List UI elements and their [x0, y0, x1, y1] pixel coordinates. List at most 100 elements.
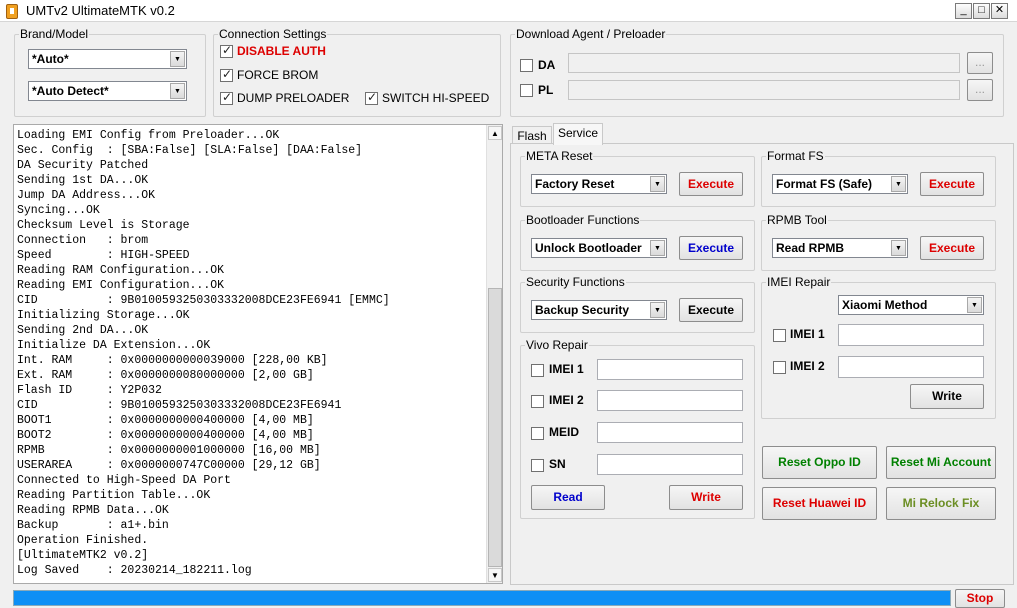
vivo-imei2-checkbox[interactable] [531, 395, 544, 408]
vivo-imei1-checkbox[interactable] [531, 364, 544, 377]
da-browse-button[interactable]: ... [967, 52, 993, 74]
model-select[interactable]: *Auto Detect* ▼ [28, 81, 187, 101]
log-line: Loading EMI Config from Preloader...OK [17, 129, 280, 142]
vivo-meid-field[interactable] [597, 422, 743, 443]
minimize-button[interactable]: _ [955, 3, 972, 19]
vivo-sn-field[interactable] [597, 454, 743, 475]
log-line: Jump DA Address...OK [17, 189, 156, 202]
log-line: Reading RAM Configuration...OK [17, 264, 225, 277]
reset-oppo-id-button[interactable]: Reset Oppo ID [762, 446, 877, 479]
pl-label: PL [538, 83, 554, 97]
meta-reset-legend: META Reset [526, 149, 593, 163]
model-value: *Auto Detect* [32, 84, 109, 98]
security-legend: Security Functions [526, 275, 625, 289]
log-line: RPMB : 0x0000000001000000 [16,00 MB] [17, 444, 321, 457]
da-path-field[interactable] [568, 53, 960, 73]
chevron-down-icon: ▼ [170, 51, 185, 67]
progress-fill [14, 591, 950, 605]
imei-method-select[interactable]: Xiaomi Method ▼ [838, 295, 984, 315]
log-line: Flash ID : Y2P032 [17, 384, 162, 397]
scroll-thumb[interactable] [488, 288, 502, 567]
vivo-sn-checkbox[interactable] [531, 459, 544, 472]
meta-reset-execute-button[interactable]: Execute [679, 172, 743, 196]
log-line: Sec. Config : [SBA:False] [SLA:False] [D… [17, 144, 363, 157]
brand-model-group: Brand/Model [14, 27, 206, 117]
rpmb-execute-button[interactable]: Execute [920, 236, 984, 260]
log-text: Loading EMI Config from Preloader...OK Se… [17, 128, 487, 578]
bootloader-value: Unlock Bootloader [535, 241, 642, 255]
format-fs-select[interactable]: Format FS (Safe) ▼ [772, 174, 908, 194]
security-select[interactable]: Backup Security ▼ [531, 300, 667, 320]
imei-repair-imei2-field[interactable] [838, 356, 984, 378]
close-button[interactable]: ✕ [991, 3, 1008, 19]
vivo-imei1-label: IMEI 1 [549, 362, 584, 376]
log-output[interactable]: Loading EMI Config from Preloader...OK Se… [13, 124, 503, 584]
format-fs-execute-button[interactable]: Execute [920, 172, 984, 196]
pl-path-field[interactable] [568, 80, 960, 100]
da-checkbox[interactable] [520, 59, 533, 72]
vivo-sn-label: SN [549, 457, 566, 471]
log-line: Reading EMI Configuration...OK [17, 279, 225, 292]
tab-service[interactable]: Service [553, 123, 603, 145]
vivo-meid-label: MEID [549, 425, 579, 439]
chevron-down-icon: ▼ [891, 240, 906, 256]
vivo-read-button[interactable]: Read [531, 485, 605, 510]
rpmb-legend: RPMB Tool [767, 213, 827, 227]
format-fs-value: Format FS (Safe) [776, 177, 873, 191]
imei-repair-imei1-checkbox[interactable] [773, 329, 786, 342]
reset-huawei-id-button[interactable]: Reset Huawei ID [762, 487, 877, 520]
log-line: BOOT2 : 0x0000000000400000 [4,00 MB] [17, 429, 314, 442]
log-line: Speed : HIGH-SPEED [17, 249, 190, 262]
log-line: Backup : a1+.bin [17, 519, 169, 532]
vivo-imei1-field[interactable] [597, 359, 743, 380]
vivo-write-button[interactable]: Write [669, 485, 743, 510]
brand-model-legend: Brand/Model [20, 27, 89, 41]
chevron-down-icon: ▼ [891, 176, 906, 192]
meta-reset-select[interactable]: Factory Reset ▼ [531, 174, 667, 194]
progress-bar [13, 590, 951, 606]
vivo-imei2-field[interactable] [597, 390, 743, 411]
log-line: Log Saved : 20230214_182211.log [17, 564, 252, 577]
dump-preloader-label: DUMP PRELOADER [237, 91, 350, 105]
force-brom-checkbox[interactable] [220, 67, 233, 82]
disable-auth-checkbox[interactable] [220, 43, 233, 58]
security-execute-button[interactable]: Execute [679, 298, 743, 322]
stop-button[interactable]: Stop [955, 589, 1005, 608]
log-line: [UltimateMTK2 v0.2] [17, 549, 149, 562]
dump-preloader-checkbox[interactable] [220, 90, 233, 105]
pl-checkbox[interactable] [520, 84, 533, 97]
imei-repair-imei2-checkbox[interactable] [773, 361, 786, 374]
imei-write-button[interactable]: Write [910, 384, 984, 409]
mi-relock-fix-button[interactable]: Mi Relock Fix [886, 487, 996, 520]
imei-repair-imei1-field[interactable] [838, 324, 984, 346]
log-scrollbar[interactable]: ▲ ▼ [486, 125, 502, 583]
imei-repair-legend: IMEI Repair [767, 275, 831, 289]
log-line: Ext. RAM : 0x0000000080000000 [2,00 GB] [17, 369, 314, 382]
reset-mi-account-button[interactable]: Reset Mi Account [886, 446, 996, 479]
switch-hispeed-label: SWITCH HI-SPEED [382, 91, 490, 105]
bootloader-execute-button[interactable]: Execute [679, 236, 743, 260]
meta-reset-value: Factory Reset [535, 177, 615, 191]
maximize-button[interactable]: □ [973, 3, 990, 19]
tab-flash[interactable]: Flash [512, 126, 552, 144]
disable-auth-label: DISABLE AUTH [237, 44, 326, 58]
security-value: Backup Security [535, 303, 630, 317]
scroll-up-icon[interactable]: ▲ [488, 126, 502, 140]
imei-repair-imei1-label: IMEI 1 [790, 327, 825, 341]
da-label: DA [538, 58, 556, 72]
log-line: Connected to High-Speed DA Port [17, 474, 231, 487]
log-line: Reading Partition Table...OK [17, 489, 211, 502]
vivo-meid-checkbox[interactable] [531, 427, 544, 440]
pl-browse-button[interactable]: ... [967, 79, 993, 101]
log-line: Connection : brom [17, 234, 149, 247]
log-line: Initialize DA Extension...OK [17, 339, 211, 352]
log-line: Int. RAM : 0x0000000000039000 [228,00 KB… [17, 354, 328, 367]
scroll-down-icon[interactable]: ▼ [488, 568, 502, 582]
chevron-down-icon: ▼ [650, 176, 665, 192]
switch-hispeed-checkbox[interactable] [365, 90, 378, 105]
rpmb-select[interactable]: Read RPMB ▼ [772, 238, 908, 258]
format-fs-legend: Format FS [767, 149, 824, 163]
log-line: Initializing Storage...OK [17, 309, 190, 322]
brand-select[interactable]: *Auto* ▼ [28, 49, 187, 69]
bootloader-select[interactable]: Unlock Bootloader ▼ [531, 238, 667, 258]
